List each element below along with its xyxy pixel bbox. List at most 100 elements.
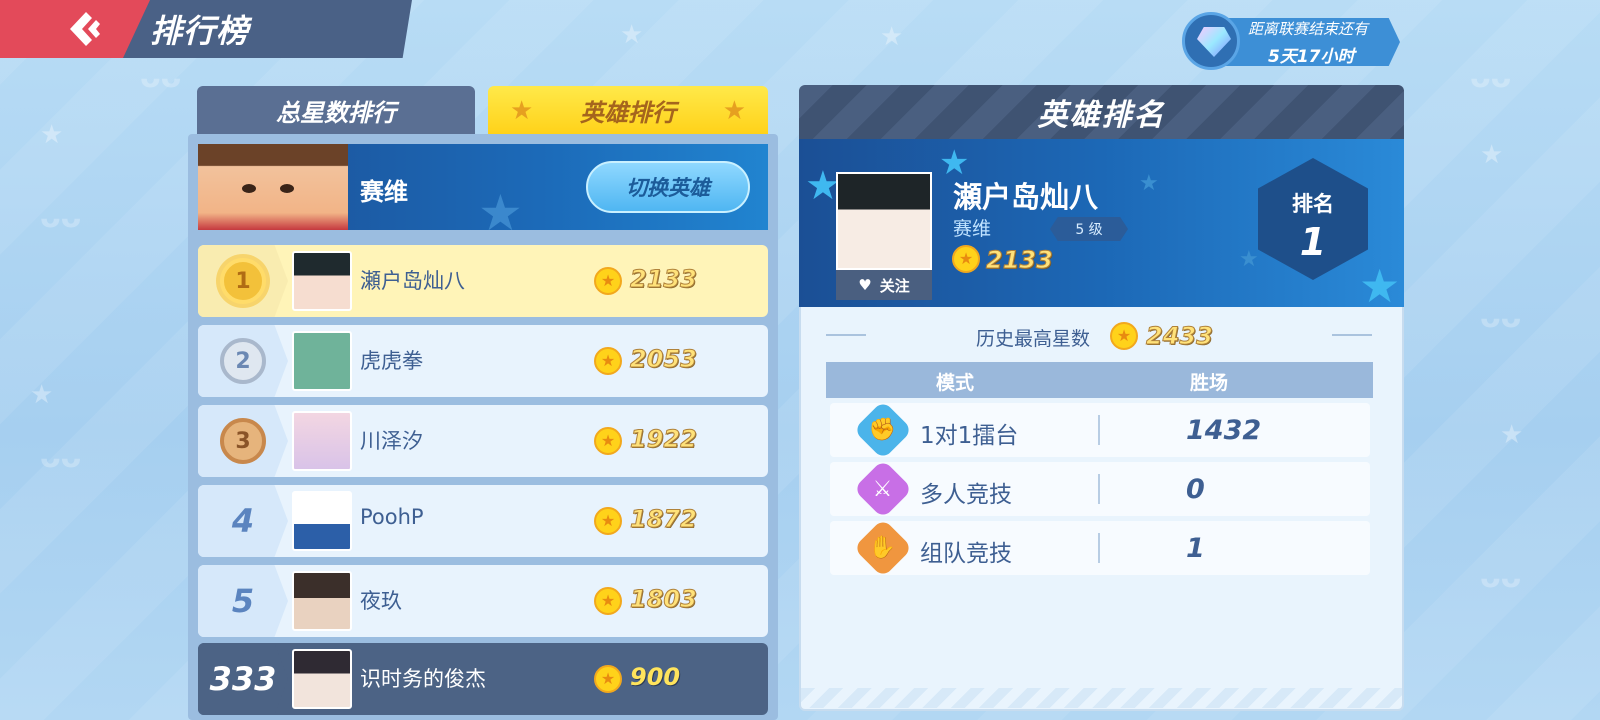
avatar: [292, 649, 352, 709]
switch-hero-label: 切换英雄: [626, 176, 710, 200]
detail-player-name: 瀬户岛灿八: [953, 180, 1099, 214]
bg-star-icon: ★: [620, 20, 644, 50]
player-name: 川泽汐: [360, 429, 423, 453]
star-icon: ★: [510, 96, 534, 126]
player-name: PoohP: [360, 505, 424, 529]
mode-name: 多人竞技: [920, 482, 1012, 508]
season-timer: 距离联赛结束还有 5天17小时: [1182, 12, 1402, 70]
star-count: 1922: [630, 425, 698, 454]
hero-portrait: [198, 144, 348, 230]
wins-value: 1: [1186, 533, 1205, 564]
stats-table-header: 模式 胜场: [826, 362, 1373, 398]
bg-star-icon: ★: [1480, 140, 1504, 170]
detail-star-count: 2133: [986, 246, 1054, 275]
player-name: 夜玖: [360, 589, 402, 613]
divider: [826, 334, 866, 336]
crystal-gem-icon: [1182, 12, 1240, 70]
star-coin-icon: ★: [594, 427, 622, 455]
profile-avatar[interactable]: [836, 172, 932, 270]
gold-medal-icon: 1: [220, 258, 266, 304]
bg-mustache-icon: ᴗᴗ: [1480, 300, 1522, 335]
star-icon: ★: [1239, 247, 1259, 272]
rank-cell: 333: [198, 643, 288, 715]
wins-column-header: 胜场: [1190, 372, 1229, 394]
avatar: [292, 331, 352, 391]
ranking-row[interactable]: 3 川泽汐 ★ 1922: [198, 405, 768, 477]
star-coin-icon: ★: [594, 507, 622, 535]
title-bar: [100, 0, 412, 58]
wins-value: 0: [1186, 474, 1205, 505]
star-icon: ★: [1359, 259, 1401, 307]
star-count: 2053: [630, 345, 698, 374]
detail-title: 英雄排名: [1037, 98, 1166, 133]
player-name: 识时务的俊杰: [360, 667, 486, 691]
divider: [1098, 533, 1100, 563]
divider: [1098, 415, 1100, 445]
tab-label: 总星数排行: [276, 98, 396, 127]
ranking-row[interactable]: 5 夜玖 ★ 1803: [198, 565, 768, 637]
rank-cell: 5: [198, 565, 288, 637]
detail-hero-name: 赛维: [953, 218, 992, 240]
rank-cell: 2: [198, 325, 288, 397]
bg-star-icon: ★: [1500, 420, 1524, 450]
star-coin-icon: ★: [594, 267, 622, 295]
bg-mustache-icon: ᴗᴗ: [40, 200, 82, 235]
rank-cell: 3: [198, 405, 288, 477]
season-timer-value: 5天17小时: [1268, 47, 1355, 67]
follow-button[interactable]: ♥ 关注: [836, 270, 932, 300]
stats-row: ✋ 组队竞技 1: [830, 518, 1370, 578]
bg-mustache-icon: ᴗᴗ: [1470, 60, 1512, 95]
level-badge: 5 级: [1050, 217, 1128, 241]
back-arrow-icon[interactable]: [66, 10, 106, 48]
wins-value: 1432: [1186, 415, 1262, 446]
star-count: 1872: [630, 505, 698, 534]
mode-column-header: 模式: [936, 372, 975, 394]
switch-hero-button[interactable]: 切换英雄: [586, 161, 750, 213]
stats-row: ✊ 1对1擂台 1432: [830, 400, 1370, 460]
star-coin-icon: ★: [594, 665, 622, 693]
tab-label: 英雄排行: [580, 98, 676, 127]
bronze-medal-icon: 3: [220, 418, 266, 464]
ranking-row[interactable]: 1 瀬户岛灿八 ★ 2133: [198, 245, 768, 317]
avatar: [292, 251, 352, 311]
tab-hero-ranking[interactable]: ★ 英雄排行 ★: [488, 86, 768, 134]
panel-bottom-decoration: [801, 688, 1402, 708]
tab-total-stars[interactable]: 总星数排行: [197, 86, 475, 134]
bg-mustache-icon: ᴗᴗ: [40, 440, 82, 475]
avatar: [292, 491, 352, 551]
star-coin-icon: ★: [1110, 322, 1138, 350]
follow-label: 关注: [879, 276, 910, 295]
boxing-glove-icon: ✊: [853, 400, 913, 460]
bg-star-icon: ★: [40, 120, 64, 150]
star-count: 2133: [630, 265, 698, 294]
rank-value: 1: [1299, 220, 1327, 264]
bg-star-icon: ★: [880, 22, 904, 52]
star-count: 1803: [630, 585, 698, 614]
stats-row: ⚔ 多人竞技 0: [830, 459, 1370, 519]
player-name: 瀬户岛灿八: [360, 269, 465, 293]
rank-cell: 1: [198, 245, 288, 317]
ranking-row[interactable]: 4 PoohP ★ 1872: [198, 485, 768, 557]
season-timer-label: 距离联赛结束还有: [1248, 20, 1369, 38]
star-coin-icon: ★: [952, 245, 980, 273]
heart-plus-icon: ♥: [858, 276, 872, 294]
star-coin-icon: ★: [594, 587, 622, 615]
silver-medal-icon: 2: [220, 338, 266, 384]
bg-mustache-icon: ᴗᴗ: [1480, 560, 1522, 595]
mode-name: 1对1擂台: [920, 423, 1019, 449]
star-icon: ★: [722, 96, 746, 126]
star-coin-icon: ★: [594, 347, 622, 375]
bg-mustache-icon: ᴗᴗ: [140, 60, 182, 95]
history-best-stars: 2433: [1146, 322, 1214, 351]
ranking-row[interactable]: 2 虎虎拳 ★ 2053: [198, 325, 768, 397]
self-ranking-row[interactable]: 333 识时务的俊杰 ★ 900: [198, 643, 768, 715]
rank-label: 排名: [1292, 192, 1334, 216]
mode-name: 组队竞技: [920, 541, 1012, 567]
star-icon: ★: [1139, 171, 1159, 196]
star-icon: ★: [478, 184, 523, 230]
rank-cell: 4: [198, 485, 288, 557]
divider: [1332, 334, 1372, 336]
page-title: 排行榜: [150, 12, 250, 50]
detail-header: 英雄排名: [799, 85, 1404, 139]
history-best-label: 历史最高星数: [976, 328, 1091, 350]
